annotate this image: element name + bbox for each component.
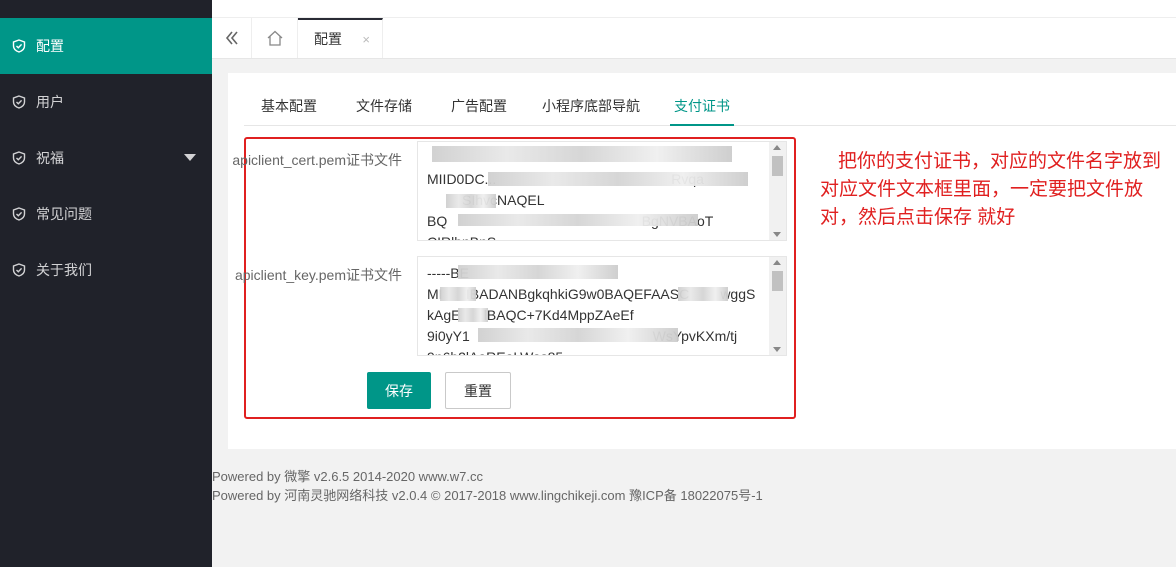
sidebar-item-label: 配置 — [36, 38, 64, 54]
scrollbar[interactable] — [769, 142, 786, 240]
subtab-payment-cert[interactable]: 支付证书 — [670, 96, 734, 126]
redaction-blur — [478, 328, 678, 342]
caret-down-icon — [184, 154, 196, 161]
save-button[interactable]: 保存 — [367, 372, 431, 409]
sidebar-item-label: 常见问题 — [36, 206, 92, 222]
page-tabs-bar: 配置 × — [212, 18, 1176, 59]
shield-check-icon — [12, 263, 26, 277]
redaction-blur — [458, 308, 488, 322]
header-strip — [212, 0, 1176, 18]
redaction-blur — [432, 146, 732, 162]
subtab-ad-config[interactable]: 广告配置 — [451, 96, 507, 126]
sidebar-item-config[interactable]: 配置 — [0, 18, 212, 74]
key-textarea[interactable]: -----BE MI IBADANBgkqhkiG9w0BAQEFAASC wg… — [417, 256, 787, 356]
redaction-blur — [446, 194, 496, 208]
reset-button[interactable]: 重置 — [445, 372, 511, 409]
redaction-blur — [458, 214, 698, 226]
scrollbar[interactable] — [769, 257, 786, 355]
instruction-note: 把你的支付证书，对应的文件名字放到对应文件文本框里面，一定要把文件放对，然后点击… — [820, 151, 1162, 228]
shield-check-icon — [12, 207, 26, 221]
shield-check-icon — [12, 95, 26, 109]
tab-label: 配置 — [314, 31, 342, 47]
sidebar-item-label: 用户 — [36, 94, 64, 110]
sidebar: 配置 用户 祝福 常见问题 关于我们 — [0, 0, 212, 567]
redaction-blur — [458, 265, 618, 279]
sidebar-item-about[interactable]: 关于我们 — [0, 242, 212, 298]
double-chevron-left-icon[interactable] — [212, 18, 252, 58]
redaction-blur — [440, 287, 476, 301]
subtab-basic-config[interactable]: 基本配置 — [261, 96, 317, 126]
sidebar-item-blessings[interactable]: 祝福 — [0, 130, 212, 186]
sidebar-item-label: 祝福 — [36, 150, 64, 166]
sidebar-item-label: 关于我们 — [36, 262, 92, 278]
redaction-blur — [488, 172, 748, 186]
shield-check-icon — [12, 39, 26, 53]
tab-config[interactable]: 配置 × — [298, 18, 383, 58]
footer-line-2: Powered by 河南灵驰网络科技 v2.0.4 © 2017-2018 w… — [212, 488, 763, 503]
home-icon[interactable] — [252, 18, 298, 58]
subtab-miniapp-nav[interactable]: 小程序底部导航 — [542, 96, 640, 126]
cert-field-label: apiclient_cert.pem证书文件 — [232, 152, 402, 168]
redaction-blur — [678, 287, 728, 301]
subtab-file-storage[interactable]: 文件存储 — [356, 96, 412, 126]
sidebar-item-users[interactable]: 用户 — [0, 74, 212, 130]
sidebar-item-faq[interactable]: 常见问题 — [0, 186, 212, 242]
cert-textarea[interactable]: MIID0DC... Rvqa SIhvcNAQEL BQ BgNVBAoT C… — [417, 141, 787, 241]
shield-check-icon — [12, 151, 26, 165]
key-field-label: apiclient_key.pem证书文件 — [234, 267, 402, 283]
close-icon[interactable]: × — [362, 32, 370, 47]
footer-line-1: Powered by 微擎 v2.6.5 2014-2020 www.w7.cc — [212, 469, 483, 484]
